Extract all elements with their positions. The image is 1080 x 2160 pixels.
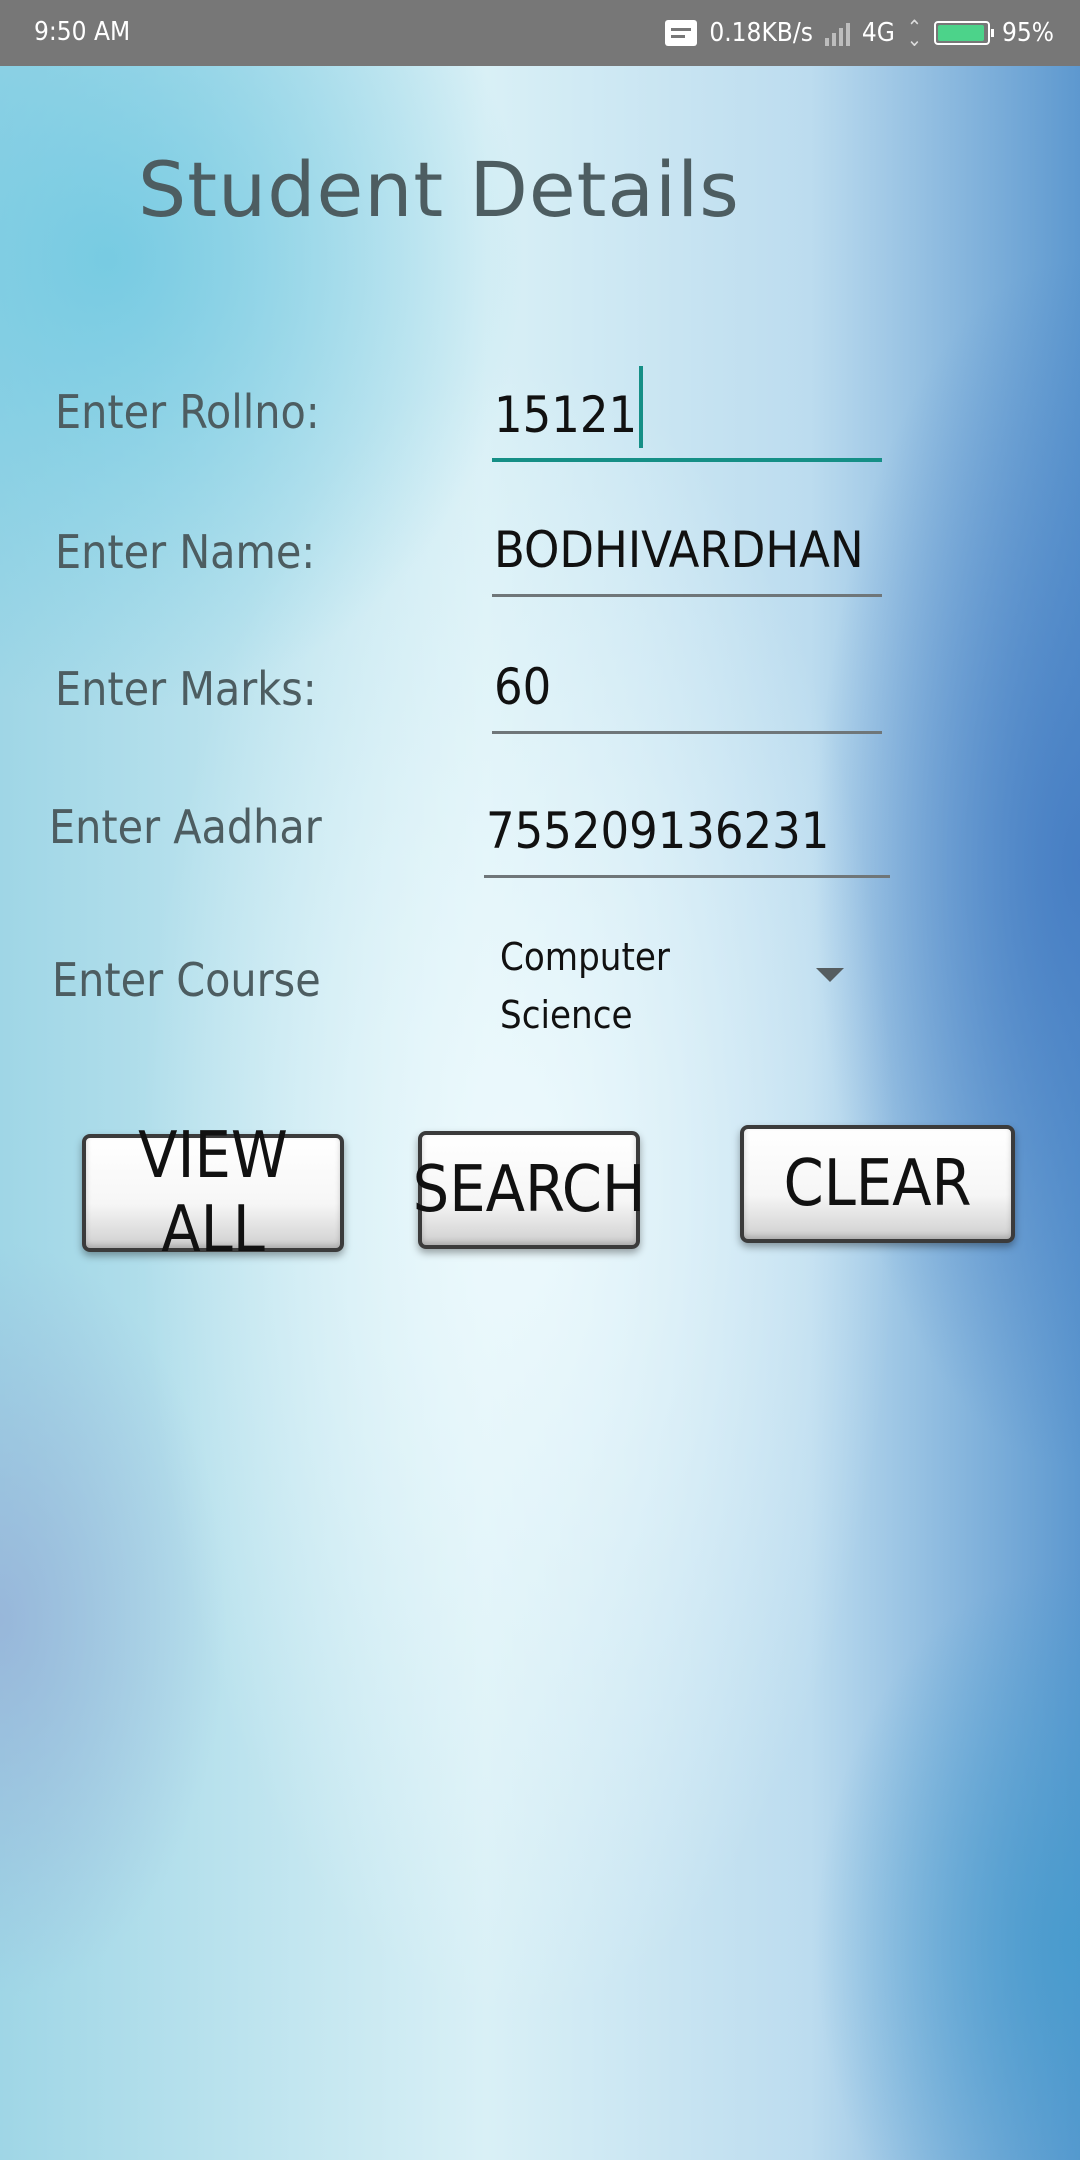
search-button[interactable]: SEARCH xyxy=(413,1131,645,1249)
name-input[interactable]: BODHIVARDHAN PR xyxy=(492,515,882,597)
status-bar: 9:50 AM 0.18KB/s 4G ⌃ ⌄ 95% xyxy=(0,0,1080,66)
page-title: Student Details xyxy=(138,145,740,234)
network-type: 4G xyxy=(861,18,895,48)
rollno-label: Enter Rollno: xyxy=(55,385,320,439)
marks-input[interactable]: 60 xyxy=(492,652,882,734)
aadhar-input[interactable]: 755209136231 xyxy=(484,796,890,878)
marks-value: 60 xyxy=(494,658,552,716)
net-speed: 0.18KB/s xyxy=(709,18,813,48)
text-cursor xyxy=(639,366,644,448)
status-icons: 0.18KB/s 4G ⌃ ⌄ 95% xyxy=(665,14,1054,52)
rollno-value: 15121 xyxy=(494,386,638,444)
battery-level: 95% xyxy=(1002,18,1054,48)
signal-icon xyxy=(824,20,850,46)
course-spinner[interactable]: Computer Science xyxy=(500,928,850,1048)
aadhar-label: Enter Aadhar xyxy=(49,800,322,854)
clear-button[interactable]: CLEAR xyxy=(740,1125,1015,1243)
battery-fill xyxy=(938,25,984,41)
course-selected-line1: Computer xyxy=(500,935,670,979)
view-all-button[interactable]: VIEW ALL xyxy=(82,1119,344,1267)
name-value: BODHIVARDHAN PR xyxy=(494,521,882,579)
aadhar-value: 755209136231 xyxy=(486,802,830,860)
message-icon xyxy=(665,20,698,46)
data-arrows-icon: ⌃ ⌄ xyxy=(906,15,922,51)
name-label: Enter Name: xyxy=(55,525,316,579)
dropdown-arrow-icon xyxy=(816,968,844,982)
course-selected-line2: Science xyxy=(500,993,633,1037)
course-label: Enter Course xyxy=(52,953,321,1007)
rollno-input[interactable]: 15121 xyxy=(492,366,882,462)
marks-label: Enter Marks: xyxy=(55,662,317,716)
battery-icon xyxy=(934,21,994,45)
status-time: 9:50 AM xyxy=(34,17,131,47)
